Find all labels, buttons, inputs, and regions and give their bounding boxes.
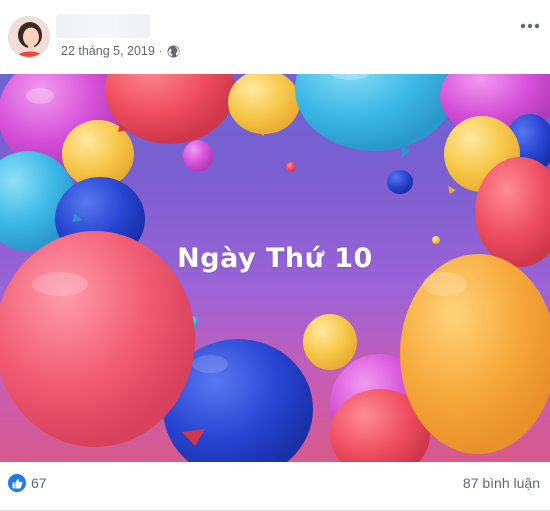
author-avatar[interactable] bbox=[8, 16, 50, 58]
more-options-icon[interactable] bbox=[518, 16, 542, 36]
reaction-count: 67 bbox=[31, 475, 47, 491]
post-footer: 67 87 bình luận bbox=[0, 462, 550, 511]
comments-count-link[interactable]: 87 bình luận bbox=[463, 475, 540, 491]
author-name[interactable] bbox=[56, 14, 150, 38]
post-card: 22 tháng 5, 2019 · Ngày Thứ 10 67 87 bìn… bbox=[0, 0, 550, 511]
balloon bbox=[295, 74, 455, 151]
balloon bbox=[303, 314, 357, 370]
post-photo[interactable]: Ngày Thứ 10 bbox=[0, 74, 550, 462]
meta-separator: · bbox=[158, 45, 163, 57]
globe-icon[interactable] bbox=[167, 45, 180, 58]
post-header: 22 tháng 5, 2019 · bbox=[0, 0, 550, 74]
like-icon bbox=[8, 474, 26, 492]
balloon bbox=[228, 74, 300, 134]
post-meta: 22 tháng 5, 2019 · bbox=[61, 43, 180, 59]
photo-caption: Ngày Thứ 10 bbox=[177, 243, 373, 274]
balloon bbox=[400, 254, 550, 454]
balloon bbox=[387, 170, 413, 194]
balloon bbox=[183, 140, 213, 172]
post-date[interactable]: 22 tháng 5, 2019 bbox=[61, 44, 155, 58]
balloon bbox=[286, 162, 296, 172]
reactions-summary[interactable]: 67 bbox=[8, 472, 47, 494]
